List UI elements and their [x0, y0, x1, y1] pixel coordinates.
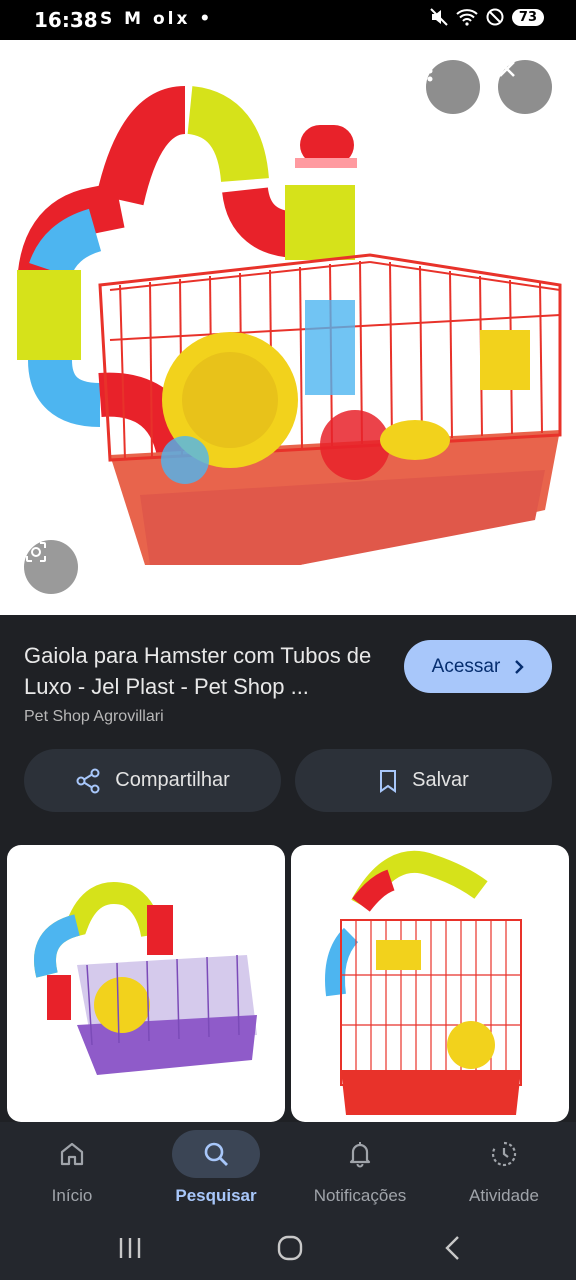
- status-icons: 73: [430, 8, 544, 26]
- share-button-label: Compartilhar: [115, 769, 230, 791]
- more-options-button[interactable]: [426, 60, 480, 114]
- mute-icon: [430, 8, 448, 26]
- save-button-label: Salvar: [412, 769, 469, 791]
- nav-item-activity-pill: [460, 1130, 548, 1178]
- home-circle-icon: [277, 1235, 303, 1261]
- nav-item-home-pill: [28, 1130, 116, 1178]
- related-image-thumbnail[interactable]: [291, 845, 569, 1122]
- nav-item-activity[interactable]: Atividade: [432, 1122, 576, 1220]
- home-icon: [60, 1142, 84, 1166]
- purple-hamster-cage-image: [34, 882, 257, 1075]
- status-time: 16:38: [34, 8, 98, 32]
- back-chevron-icon: [445, 1236, 459, 1260]
- do-not-disturb-icon: [486, 8, 504, 26]
- visit-button[interactable]: Acessar: [404, 640, 552, 693]
- activity-icon: [491, 1141, 517, 1167]
- result-source[interactable]: Pet Shop Agrovillari: [24, 708, 164, 726]
- vertical-dots-icon: [427, 60, 433, 82]
- related-image-thumbnail[interactable]: [7, 845, 285, 1122]
- nav-item-home-label: Início: [51, 1186, 93, 1205]
- bookmark-icon: [380, 769, 397, 793]
- nav-item-notifications-pill: [316, 1130, 404, 1178]
- nav-item-activity-label: Atividade: [469, 1186, 539, 1205]
- nav-item-search-pill: [172, 1130, 260, 1178]
- lens-button[interactable]: [24, 540, 78, 594]
- result-title[interactable]: Gaiola para Hamster com Tubos de Luxo - …: [24, 640, 394, 702]
- bottom-navigation: Início Pesquisar Notificações Atividade: [0, 1122, 576, 1220]
- status-bar: 16:38 S M olx • 73: [0, 0, 576, 40]
- battery-indicator: 73: [511, 8, 544, 26]
- share-icon: [76, 768, 100, 793]
- share-button[interactable]: Compartilhar: [24, 749, 281, 812]
- hamster-cage-image: [17, 86, 562, 565]
- nav-item-search[interactable]: Pesquisar: [144, 1122, 288, 1220]
- app-notification-indicators: S M olx •: [100, 9, 214, 29]
- nav-item-notifications[interactable]: Notificações: [288, 1122, 432, 1220]
- red-multilevel-hamster-cage-image: [325, 850, 522, 1115]
- search-icon: [204, 1142, 228, 1166]
- recent-apps-button[interactable]: [100, 1228, 160, 1268]
- nav-item-search-label: Pesquisar: [175, 1186, 257, 1205]
- nav-item-notifications-label: Notificações: [313, 1186, 407, 1205]
- visit-button-label: Acessar: [431, 655, 501, 677]
- wifi-icon: [456, 9, 478, 26]
- home-button[interactable]: [260, 1228, 320, 1268]
- nav-item-home[interactable]: Início: [0, 1122, 144, 1220]
- save-button[interactable]: Salvar: [295, 749, 552, 812]
- image-viewer[interactable]: [0, 40, 576, 615]
- back-button[interactable]: [422, 1228, 482, 1268]
- bell-icon: [349, 1142, 371, 1168]
- chevron-right-icon: [515, 659, 525, 674]
- recent-apps-icon: [119, 1238, 141, 1258]
- system-navigation-bar: [0, 1220, 576, 1280]
- close-icon: [499, 61, 515, 77]
- lens-icon: [26, 542, 46, 562]
- close-button[interactable]: [498, 60, 552, 114]
